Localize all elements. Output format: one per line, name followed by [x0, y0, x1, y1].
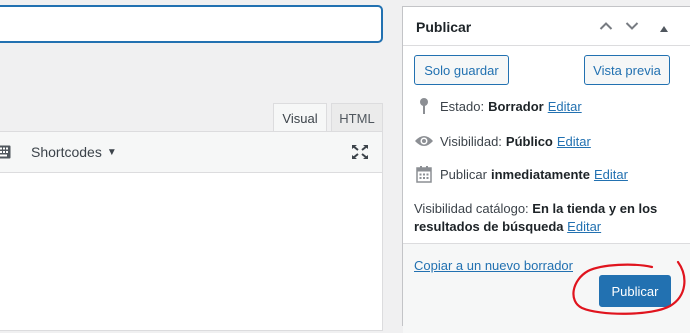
- publish-box: Publicar Solo guardar Vista previa Estad…: [402, 6, 690, 333]
- fullscreen-icon[interactable]: [351, 144, 369, 163]
- save-draft-button[interactable]: Solo guardar: [414, 55, 509, 85]
- status-value: Borrador: [488, 98, 544, 114]
- edit-status-link[interactable]: Editar: [548, 99, 582, 114]
- edit-schedule-link[interactable]: Editar: [594, 167, 628, 182]
- status-label: Estado:: [440, 98, 485, 114]
- tab-html[interactable]: HTML: [331, 103, 383, 132]
- schedule-value: inmediatamente: [490, 166, 590, 182]
- copy-to-draft-link[interactable]: Copiar a un nuevo borrador: [414, 258, 573, 273]
- visibility-label: Visibilidad:: [440, 133, 502, 149]
- catalog-visibility-label: Visibilidad catálogo:: [414, 201, 529, 216]
- publish-box-header: Publicar: [403, 7, 690, 46]
- schedule-label: Publicar: [440, 166, 487, 182]
- status-row: Estado: Borrador Editar: [414, 96, 582, 116]
- publish-button[interactable]: Publicar: [599, 275, 671, 307]
- shortcodes-label: Shortcodes: [31, 144, 102, 160]
- calendar-icon: [414, 164, 434, 184]
- toggle-arrow-icon[interactable]: [659, 21, 669, 36]
- publish-box-title: Publicar: [416, 19, 472, 35]
- tab-visual[interactable]: Visual: [273, 103, 327, 132]
- visibility-row: Visibilidad: Público Editar: [414, 131, 591, 151]
- schedule-row: Publicar inmediatamente Editar: [414, 164, 628, 184]
- preview-button[interactable]: Vista previa: [584, 55, 670, 85]
- catalog-visibility-row: Visibilidad catálogo: En la tienda y en …: [414, 200, 684, 236]
- chevron-down-icon[interactable]: [625, 19, 639, 34]
- eye-icon: [414, 131, 434, 151]
- publish-actions: Copiar a un nuevo borrador Publicar: [403, 243, 690, 333]
- chevron-up-icon[interactable]: [599, 19, 613, 34]
- caret-down-icon: ▼: [106, 146, 117, 158]
- visibility-value: Público: [505, 133, 553, 149]
- edit-visibility-link[interactable]: Editar: [557, 134, 591, 149]
- keyboard-icon[interactable]: [0, 145, 11, 162]
- shortcodes-dropdown[interactable]: Shortcodes ▼: [31, 144, 117, 160]
- pin-icon: [414, 96, 434, 116]
- edit-catalog-visibility-link[interactable]: Editar: [567, 219, 601, 234]
- post-title-input[interactable]: [0, 6, 382, 42]
- content-editor[interactable]: Shortcodes ▼: [0, 131, 383, 331]
- editor-toolbar: Shortcodes ▼: [0, 132, 382, 173]
